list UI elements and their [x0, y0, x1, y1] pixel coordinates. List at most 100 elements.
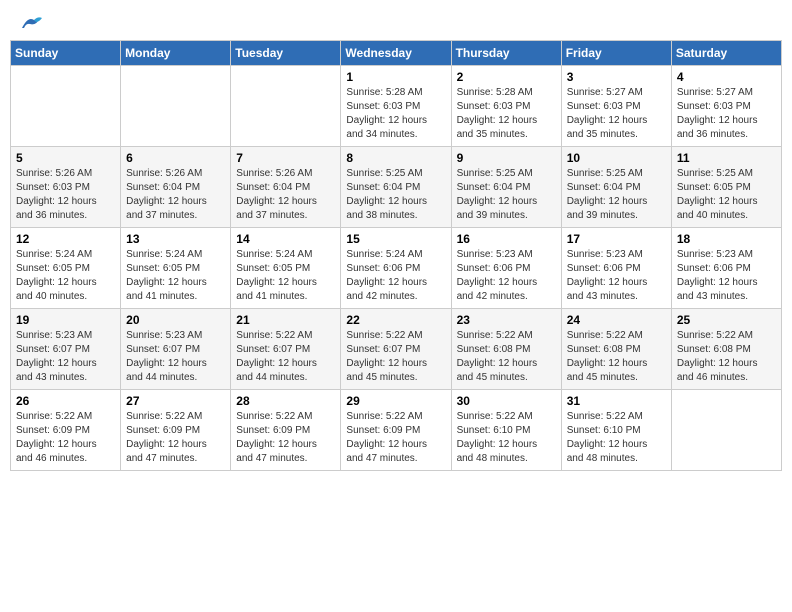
day-info: Sunrise: 5:28 AM Sunset: 6:03 PM Dayligh…: [346, 86, 445, 142]
calendar-cell: 2 Sunrise: 5:28 AM Sunset: 6:03 PM Daylig…: [451, 66, 561, 147]
calendar-cell: 8 Sunrise: 5:25 AM Sunset: 6:04 PM Daylig…: [341, 147, 451, 228]
day-number: 5: [16, 151, 115, 165]
day-info: Sunrise: 5:25 AM Sunset: 6:04 PM Dayligh…: [346, 167, 445, 223]
day-number: 3: [567, 70, 666, 84]
calendar-day-header: Tuesday: [231, 41, 341, 66]
day-number: 25: [677, 313, 776, 327]
day-info: Sunrise: 5:22 AM Sunset: 6:07 PM Dayligh…: [236, 329, 335, 385]
calendar-week-row: 1 Sunrise: 5:28 AM Sunset: 6:03 PM Daylig…: [11, 66, 782, 147]
calendar-cell: 28 Sunrise: 5:22 AM Sunset: 6:09 PM Dayli…: [231, 390, 341, 471]
day-info: Sunrise: 5:23 AM Sunset: 6:07 PM Dayligh…: [126, 329, 225, 385]
calendar-cell: 18 Sunrise: 5:23 AM Sunset: 6:06 PM Dayli…: [671, 228, 781, 309]
day-info: Sunrise: 5:24 AM Sunset: 6:06 PM Dayligh…: [346, 248, 445, 304]
calendar-table: SundayMondayTuesdayWednesdayThursdayFrid…: [10, 40, 782, 471]
day-info: Sunrise: 5:23 AM Sunset: 6:06 PM Dayligh…: [457, 248, 556, 304]
day-info: Sunrise: 5:22 AM Sunset: 6:08 PM Dayligh…: [677, 329, 776, 385]
calendar-header-row: SundayMondayTuesdayWednesdayThursdayFrid…: [11, 41, 782, 66]
day-info: Sunrise: 5:22 AM Sunset: 6:07 PM Dayligh…: [346, 329, 445, 385]
calendar-cell: [121, 66, 231, 147]
day-info: Sunrise: 5:25 AM Sunset: 6:04 PM Dayligh…: [457, 167, 556, 223]
logo-bird-icon: [20, 14, 42, 32]
day-number: 29: [346, 394, 445, 408]
day-number: 11: [677, 151, 776, 165]
day-info: Sunrise: 5:25 AM Sunset: 6:05 PM Dayligh…: [677, 167, 776, 223]
day-number: 18: [677, 232, 776, 246]
day-number: 16: [457, 232, 556, 246]
day-info: Sunrise: 5:28 AM Sunset: 6:03 PM Dayligh…: [457, 86, 556, 142]
calendar-cell: 5 Sunrise: 5:26 AM Sunset: 6:03 PM Daylig…: [11, 147, 121, 228]
day-number: 26: [16, 394, 115, 408]
calendar-cell: 30 Sunrise: 5:22 AM Sunset: 6:10 PM Dayli…: [451, 390, 561, 471]
calendar-cell: 24Sunrise: 5:22 AM Sunset: 6:08 PM Dayli…: [561, 309, 671, 390]
day-number: 23: [457, 313, 556, 327]
day-number: 17: [567, 232, 666, 246]
day-info: Sunrise: 5:23 AM Sunset: 6:06 PM Dayligh…: [677, 248, 776, 304]
calendar-cell: 9 Sunrise: 5:25 AM Sunset: 6:04 PM Daylig…: [451, 147, 561, 228]
calendar-cell: [671, 390, 781, 471]
calendar-cell: 7 Sunrise: 5:26 AM Sunset: 6:04 PM Daylig…: [231, 147, 341, 228]
day-info: Sunrise: 5:26 AM Sunset: 6:04 PM Dayligh…: [236, 167, 335, 223]
day-info: Sunrise: 5:26 AM Sunset: 6:03 PM Dayligh…: [16, 167, 115, 223]
calendar-cell: 29 Sunrise: 5:22 AM Sunset: 6:09 PM Dayli…: [341, 390, 451, 471]
day-number: 28: [236, 394, 335, 408]
calendar-cell: 14 Sunrise: 5:24 AM Sunset: 6:05 PM Dayli…: [231, 228, 341, 309]
logo: [18, 14, 42, 28]
calendar-cell: 20Sunrise: 5:23 AM Sunset: 6:07 PM Dayli…: [121, 309, 231, 390]
calendar-cell: 15Sunrise: 5:24 AM Sunset: 6:06 PM Dayli…: [341, 228, 451, 309]
calendar-cell: 13Sunrise: 5:24 AM Sunset: 6:05 PM Dayli…: [121, 228, 231, 309]
day-number: 10: [567, 151, 666, 165]
day-number: 2: [457, 70, 556, 84]
day-number: 27: [126, 394, 225, 408]
day-number: 19: [16, 313, 115, 327]
day-number: 22: [346, 313, 445, 327]
day-number: 31: [567, 394, 666, 408]
day-info: Sunrise: 5:22 AM Sunset: 6:10 PM Dayligh…: [567, 410, 666, 466]
day-info: Sunrise: 5:23 AM Sunset: 6:06 PM Dayligh…: [567, 248, 666, 304]
day-number: 21: [236, 313, 335, 327]
calendar-cell: 12 Sunrise: 5:24 AM Sunset: 6:05 PM Dayli…: [11, 228, 121, 309]
calendar-cell: [11, 66, 121, 147]
day-info: Sunrise: 5:22 AM Sunset: 6:10 PM Dayligh…: [457, 410, 556, 466]
calendar-cell: 6 Sunrise: 5:26 AM Sunset: 6:04 PM Daylig…: [121, 147, 231, 228]
day-info: Sunrise: 5:23 AM Sunset: 6:07 PM Dayligh…: [16, 329, 115, 385]
day-info: Sunrise: 5:22 AM Sunset: 6:08 PM Dayligh…: [457, 329, 556, 385]
calendar-cell: 27 Sunrise: 5:22 AM Sunset: 6:09 PM Dayli…: [121, 390, 231, 471]
day-number: 6: [126, 151, 225, 165]
calendar-cell: 26 Sunrise: 5:22 AM Sunset: 6:09 PM Dayli…: [11, 390, 121, 471]
day-number: 12: [16, 232, 115, 246]
calendar-day-header: Friday: [561, 41, 671, 66]
day-info: Sunrise: 5:26 AM Sunset: 6:04 PM Dayligh…: [126, 167, 225, 223]
day-info: Sunrise: 5:22 AM Sunset: 6:09 PM Dayligh…: [346, 410, 445, 466]
day-number: 1: [346, 70, 445, 84]
day-info: Sunrise: 5:27 AM Sunset: 6:03 PM Dayligh…: [677, 86, 776, 142]
day-number: 7: [236, 151, 335, 165]
day-info: Sunrise: 5:24 AM Sunset: 6:05 PM Dayligh…: [236, 248, 335, 304]
day-info: Sunrise: 5:24 AM Sunset: 6:05 PM Dayligh…: [16, 248, 115, 304]
calendar-cell: 31 Sunrise: 5:22 AM Sunset: 6:10 PM Dayli…: [561, 390, 671, 471]
calendar-cell: [231, 66, 341, 147]
calendar-cell: 16 Sunrise: 5:23 AM Sunset: 6:06 PM Dayli…: [451, 228, 561, 309]
calendar-week-row: 12 Sunrise: 5:24 AM Sunset: 6:05 PM Dayli…: [11, 228, 782, 309]
day-info: Sunrise: 5:24 AM Sunset: 6:05 PM Dayligh…: [126, 248, 225, 304]
calendar-cell: 11 Sunrise: 5:25 AM Sunset: 6:05 PM Dayli…: [671, 147, 781, 228]
calendar-day-header: Monday: [121, 41, 231, 66]
day-number: 30: [457, 394, 556, 408]
calendar-week-row: 5 Sunrise: 5:26 AM Sunset: 6:03 PM Daylig…: [11, 147, 782, 228]
calendar-cell: 3Sunrise: 5:27 AM Sunset: 6:03 PM Daylig…: [561, 66, 671, 147]
day-number: 24: [567, 313, 666, 327]
calendar-cell: 4Sunrise: 5:27 AM Sunset: 6:03 PM Daylig…: [671, 66, 781, 147]
calendar-cell: 19 Sunrise: 5:23 AM Sunset: 6:07 PM Dayli…: [11, 309, 121, 390]
day-number: 8: [346, 151, 445, 165]
day-info: Sunrise: 5:22 AM Sunset: 6:09 PM Dayligh…: [126, 410, 225, 466]
calendar-cell: 21 Sunrise: 5:22 AM Sunset: 6:07 PM Dayli…: [231, 309, 341, 390]
calendar-day-header: Saturday: [671, 41, 781, 66]
calendar-cell: 17 Sunrise: 5:23 AM Sunset: 6:06 PM Dayli…: [561, 228, 671, 309]
day-info: Sunrise: 5:22 AM Sunset: 6:09 PM Dayligh…: [16, 410, 115, 466]
calendar-cell: 1 Sunrise: 5:28 AM Sunset: 6:03 PM Daylig…: [341, 66, 451, 147]
calendar-day-header: Thursday: [451, 41, 561, 66]
day-number: 14: [236, 232, 335, 246]
page-header: [10, 10, 782, 32]
day-info: Sunrise: 5:22 AM Sunset: 6:09 PM Dayligh…: [236, 410, 335, 466]
day-number: 9: [457, 151, 556, 165]
calendar-cell: 25 Sunrise: 5:22 AM Sunset: 6:08 PM Dayli…: [671, 309, 781, 390]
